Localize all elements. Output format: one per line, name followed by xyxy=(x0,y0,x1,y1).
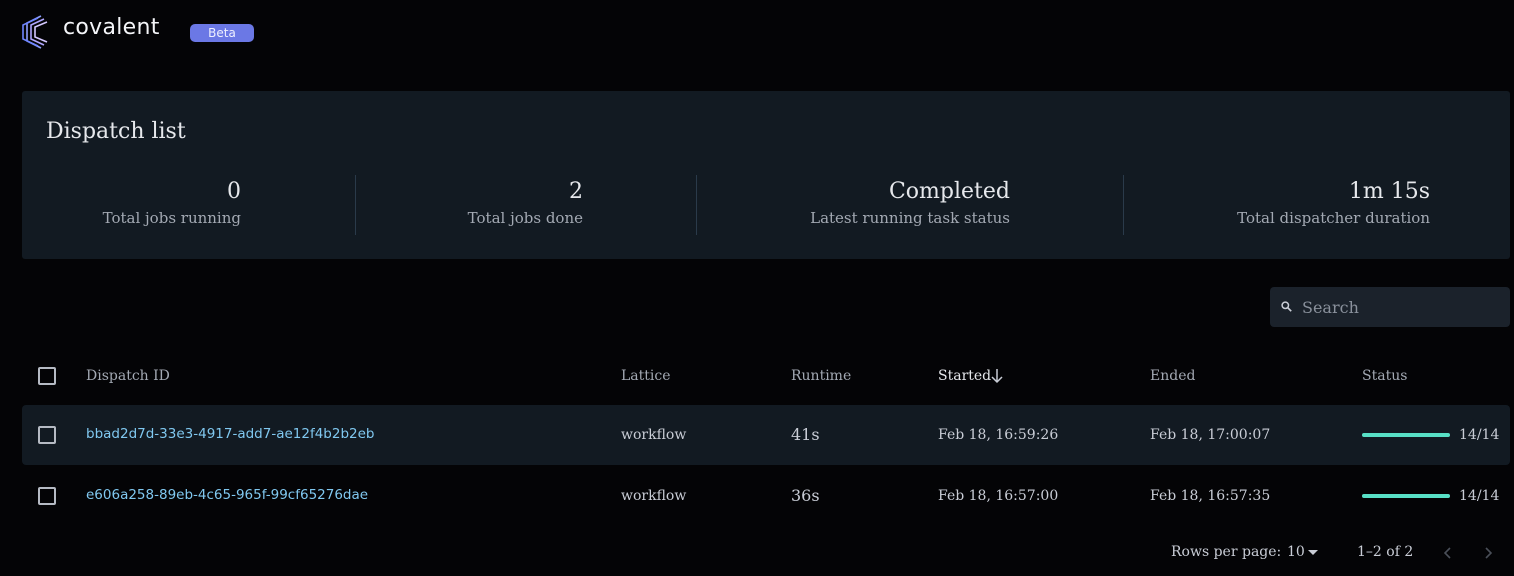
stat-label: Total jobs done xyxy=(467,209,583,227)
stat-value: 2 xyxy=(569,179,583,204)
column-header-lattice[interactable]: Lattice xyxy=(621,368,671,384)
ended-cell: Feb 18, 16:57:35 xyxy=(1150,488,1271,504)
stat-divider xyxy=(1123,175,1124,235)
column-header-dispatch-id[interactable]: Dispatch ID xyxy=(86,368,170,384)
pagination-range: 1–2 of 2 xyxy=(1357,544,1414,560)
status-progress-bar xyxy=(1362,494,1450,498)
runtime-cell: 41s xyxy=(791,425,820,444)
row-checkbox[interactable] xyxy=(38,487,56,505)
chevron-left-icon[interactable] xyxy=(1441,545,1455,561)
started-cell: Feb 18, 16:59:26 xyxy=(938,427,1059,443)
stat-value: Completed xyxy=(888,179,1010,204)
page-title: Dispatch list xyxy=(46,119,186,144)
table-row[interactable]: bbad2d7d-33e3-4917-add7-ae12f4b2b2eb wor… xyxy=(22,405,1510,465)
stat-label: Latest running task status xyxy=(810,209,1010,227)
stat-divider xyxy=(696,175,697,235)
search-input[interactable] xyxy=(1302,287,1502,327)
beta-badge: Beta xyxy=(190,24,254,42)
lattice-cell: workflow xyxy=(621,427,687,443)
progress-fill xyxy=(1362,433,1450,437)
caret-down-icon[interactable] xyxy=(1308,550,1318,555)
rows-per-page-select[interactable]: 10 xyxy=(1287,544,1305,560)
chevron-right-icon[interactable] xyxy=(1481,545,1495,561)
column-header-started[interactable]: Started xyxy=(938,368,991,384)
row-checkbox[interactable] xyxy=(38,426,56,444)
brand-name: covalent xyxy=(63,15,160,40)
stat-divider xyxy=(355,175,356,235)
stat-value: 1m 15s xyxy=(1348,179,1430,204)
column-header-ended[interactable]: Ended xyxy=(1150,368,1195,384)
covalent-logo-icon xyxy=(22,15,48,49)
started-cell: Feb 18, 16:57:00 xyxy=(938,488,1059,504)
summary-card: Dispatch list 0 Total jobs running 2 Tot… xyxy=(22,91,1510,259)
stat-value: 0 xyxy=(227,179,241,204)
stat-total-jobs-running: 0 Total jobs running xyxy=(103,178,241,227)
stat-label: Total jobs running xyxy=(102,209,241,227)
select-all-checkbox[interactable] xyxy=(38,367,56,385)
status-count: 14/14 xyxy=(1459,427,1500,443)
stat-total-jobs-done: 2 Total jobs done xyxy=(468,178,583,227)
lattice-cell: workflow xyxy=(621,488,687,504)
status-progress-bar xyxy=(1362,433,1450,437)
dispatch-id-link[interactable]: bbad2d7d-33e3-4917-add7-ae12f4b2b2eb xyxy=(86,426,375,442)
rows-per-page-label: Rows per page: xyxy=(1171,544,1282,560)
dispatch-id-link[interactable]: e606a258-89eb-4c65-965f-99cf65276dae xyxy=(86,487,368,503)
ended-cell: Feb 18, 17:00:07 xyxy=(1150,427,1271,443)
runtime-cell: 36s xyxy=(791,486,820,505)
column-header-runtime[interactable]: Runtime xyxy=(791,368,851,384)
stat-dispatcher-duration: 1m 15s Total dispatcher duration xyxy=(1237,178,1430,227)
sort-arrow-down-icon[interactable] xyxy=(990,368,1004,384)
search-icon xyxy=(1281,301,1292,312)
table-row[interactable]: e606a258-89eb-4c65-965f-99cf65276dae wor… xyxy=(22,466,1510,526)
column-header-status: Status xyxy=(1362,368,1408,384)
search-box[interactable] xyxy=(1270,287,1510,327)
stat-label: Total dispatcher duration xyxy=(1237,209,1430,227)
stat-latest-task-status: Completed Latest running task status xyxy=(810,178,1010,227)
progress-fill xyxy=(1362,494,1450,498)
status-count: 14/14 xyxy=(1459,488,1500,504)
